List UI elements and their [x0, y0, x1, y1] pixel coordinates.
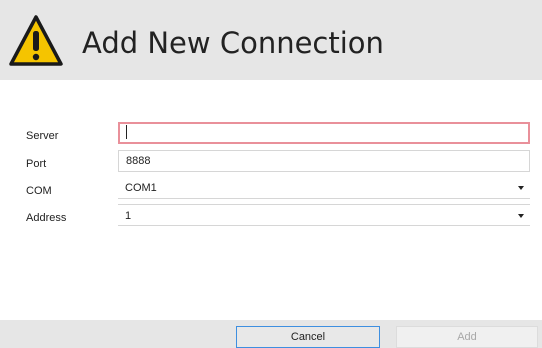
- port-input-value: 8888: [126, 155, 151, 167]
- dialog-footer: Cancel Add: [0, 320, 542, 348]
- chevron-down-icon: [518, 186, 524, 190]
- dialog-title: Add New Connection: [82, 26, 384, 60]
- chevron-down-icon: [518, 214, 524, 218]
- port-input[interactable]: 8888: [118, 150, 530, 172]
- com-select[interactable]: COM1: [118, 177, 530, 199]
- address-label: Address: [26, 212, 67, 224]
- server-input[interactable]: [118, 122, 530, 144]
- address-select[interactable]: 1: [118, 204, 530, 226]
- server-label: Server: [26, 130, 59, 142]
- add-button[interactable]: Add: [396, 326, 538, 348]
- com-select-value: COM1: [125, 182, 157, 194]
- dialog-header: Add New Connection: [0, 0, 542, 80]
- port-label: Port: [26, 158, 47, 170]
- address-select-value: 1: [125, 210, 132, 222]
- text-caret: [126, 125, 127, 140]
- cancel-button[interactable]: Cancel: [236, 326, 380, 348]
- warning-icon: [9, 15, 63, 66]
- add-connection-dialog: Add New Connection Server Port 8888 COM …: [0, 0, 542, 348]
- connection-form: Server Port 8888 COM COM1 Address 1: [0, 80, 542, 320]
- com-label: COM: [26, 185, 52, 197]
